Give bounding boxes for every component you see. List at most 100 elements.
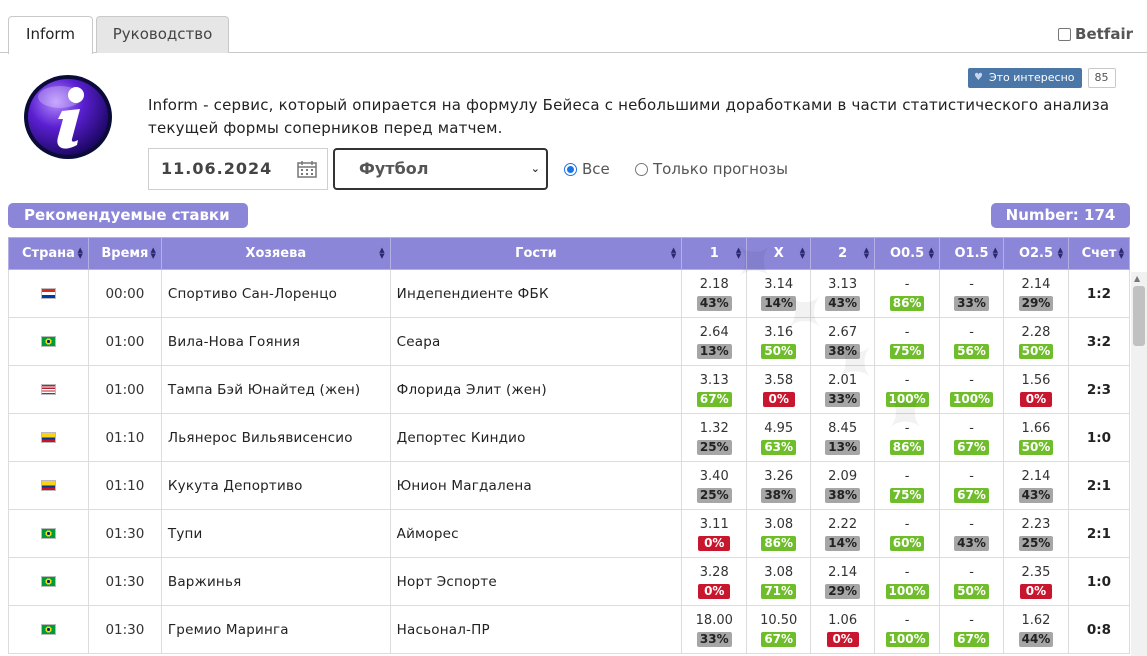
column-header-label: Время — [101, 246, 149, 261]
column-header-10[interactable]: Счет ▲ ▼ — [1067, 237, 1131, 270]
table-row[interactable]: 01:00 Вила-Нова Гояния Сеара 2.64 13% 3.16 50%… — [8, 317, 1131, 366]
match-time: 01:30 — [87, 557, 162, 606]
away-team: Айморес — [389, 509, 683, 558]
table-row[interactable]: 01:00 Тампа Бэй Юнайтед (жен) Флорида Элит… — [8, 365, 1131, 414]
probability-badge: 100% — [950, 391, 994, 407]
column-header-label: 1 — [709, 246, 719, 261]
probability-badge: 43% — [825, 295, 860, 311]
sort-icon[interactable]: ▲ ▼ — [993, 247, 998, 260]
odds-cell: 18.00 33% — [681, 605, 748, 654]
sport-select[interactable]: Футбол ⌄ — [333, 148, 548, 190]
probability-badge: 0% — [1019, 583, 1052, 599]
column-header-label: 2 — [838, 246, 848, 261]
sort-icon[interactable]: ▲ ▼ — [1058, 247, 1063, 260]
radio-all[interactable]: Все — [564, 160, 610, 178]
column-header-2[interactable]: Хозяева ▲ ▼ — [160, 237, 391, 270]
table-row[interactable]: 01:30 Гремио Маринга Насьонал-ПР 18.00 33% 10… — [8, 605, 1131, 654]
table-row[interactable]: 01:30 Варжинья Норт Эспорте 3.28 0% 3.08 71% 2.… — [8, 557, 1131, 606]
odds-cell: 3.08 71% — [746, 557, 812, 606]
odds-value: - — [904, 372, 910, 388]
odds-cell: - 100% — [939, 365, 1005, 414]
odds-cell: 3.16 50% — [746, 317, 812, 366]
sort-icon[interactable]: ▲ ▼ — [929, 247, 934, 260]
column-header-9[interactable]: O2.5 ▲ ▼ — [1003, 237, 1069, 270]
odds-cell: - 100% — [874, 605, 941, 654]
column-header-8[interactable]: O1.5 ▲ ▼ — [939, 237, 1005, 270]
sort-icon[interactable]: ▲ ▼ — [150, 247, 155, 260]
column-header-6[interactable]: 2 ▲ ▼ — [810, 237, 876, 270]
column-header-0[interactable]: Страна ▲ ▼ — [8, 237, 89, 270]
sort-icon[interactable]: ▲ ▼ — [379, 247, 384, 260]
betfair-checkbox[interactable] — [1058, 27, 1072, 41]
away-team: Сеара — [389, 317, 683, 366]
probability-badge: 33% — [825, 391, 860, 407]
service-description: Inform - сервис, который опирается на фо… — [148, 96, 1110, 137]
calendar-icon[interactable] — [297, 160, 317, 178]
date-picker[interactable]: 11.06.2024 — [148, 148, 328, 190]
odds-cell: - 50% — [939, 557, 1005, 606]
table-row[interactable]: 01:10 Кукута Депортиво Юнион Магдалена 3.40… — [8, 461, 1131, 510]
radio-predictions-button[interactable] — [635, 162, 648, 176]
probability-badge: 71% — [761, 583, 797, 599]
tab-inform[interactable]: Inform — [8, 16, 93, 54]
scroll-up-icon[interactable]: ▲ — [1134, 274, 1140, 283]
odds-value: - — [904, 564, 910, 580]
country-cell — [8, 509, 89, 558]
odds-value: - — [969, 420, 974, 436]
sort-icon[interactable]: ▲ ▼ — [864, 247, 869, 260]
table-row[interactable]: 01:30 Тупи Айморес 3.11 0% 3.08 86% 2.22 14% - 60%… — [8, 509, 1131, 558]
away-team: Депортес Киндио — [389, 413, 683, 462]
radio-predictions[interactable]: Только прогнозы — [635, 160, 788, 178]
chevron-down-icon: ⌄ — [530, 162, 540, 175]
sort-icon[interactable]: ▲ ▼ — [1119, 247, 1124, 260]
like-count: 85 — [1087, 68, 1116, 88]
home-team: Спортиво Сан-Лоренцо — [160, 269, 391, 318]
brazil-flag — [40, 528, 56, 539]
sort-icon[interactable]: ▲ ▼ — [78, 247, 83, 260]
odds-value: - — [904, 420, 910, 436]
table-row[interactable]: 01:10 Льянерос Вильявисенсио Депортес Кинд… — [8, 413, 1131, 462]
probability-badge: 86% — [889, 295, 925, 311]
betfair-toggle[interactable]: Betfair — [1058, 25, 1133, 43]
odds-cell: 2.67 38% — [810, 317, 876, 366]
odds-cell: 2.64 13% — [681, 317, 748, 366]
match-score: 0:8 — [1067, 605, 1131, 654]
sort-icon[interactable]: ▲ ▼ — [800, 247, 805, 260]
column-header-label: Хозяева — [245, 246, 307, 261]
probability-badge: 38% — [825, 343, 860, 359]
odds-value: - — [969, 516, 974, 532]
sort-icon[interactable]: ▲ ▼ — [736, 247, 741, 260]
column-header-label: Счет — [1081, 246, 1117, 261]
sort-icon[interactable]: ▲ ▼ — [671, 247, 676, 260]
column-header-7[interactable]: O0.5 ▲ ▼ — [874, 237, 941, 270]
odds-cell: - 56% — [939, 317, 1005, 366]
probability-badge: 44% — [1018, 631, 1054, 647]
probability-badge: 50% — [954, 583, 989, 599]
column-header-4[interactable]: 1 ▲ ▼ — [681, 237, 748, 270]
probability-badge: 63% — [761, 439, 797, 455]
odds-cell: 1.66 50% — [1003, 413, 1069, 462]
probability-badge: 56% — [954, 343, 989, 359]
odds-value: 3.11 — [699, 516, 729, 532]
column-header-3[interactable]: Гости ▲ ▼ — [389, 237, 683, 270]
odds-value: 3.14 — [764, 276, 794, 292]
odds-value: 2.18 — [699, 276, 729, 292]
probability-badge: 0% — [762, 391, 795, 407]
tab-guide[interactable]: Руководство — [96, 16, 229, 53]
probability-badge: 100% — [885, 391, 929, 407]
like-button[interactable]: ♥ Это интересно — [968, 68, 1082, 88]
column-header-5[interactable]: X ▲ ▼ — [746, 237, 812, 270]
probability-badge: 13% — [696, 343, 732, 359]
probability-badge: 25% — [696, 439, 732, 455]
odds-cell: 2.09 38% — [810, 461, 876, 510]
table-row[interactable]: 00:00 Спортиво Сан-Лоренцо Индепендиенте Ф… — [8, 269, 1131, 318]
odds-cell: 2.14 29% — [1003, 269, 1069, 318]
column-header-1[interactable]: Время ▲ ▼ — [87, 237, 162, 270]
colombia-flag — [40, 432, 56, 443]
radio-all-label: Все — [582, 160, 610, 178]
probability-badge: 14% — [825, 535, 860, 551]
scrollbar-thumb[interactable] — [1133, 286, 1145, 346]
odds-value: - — [969, 468, 974, 484]
radio-all-button[interactable] — [564, 162, 577, 176]
colombia-flag — [40, 480, 56, 491]
